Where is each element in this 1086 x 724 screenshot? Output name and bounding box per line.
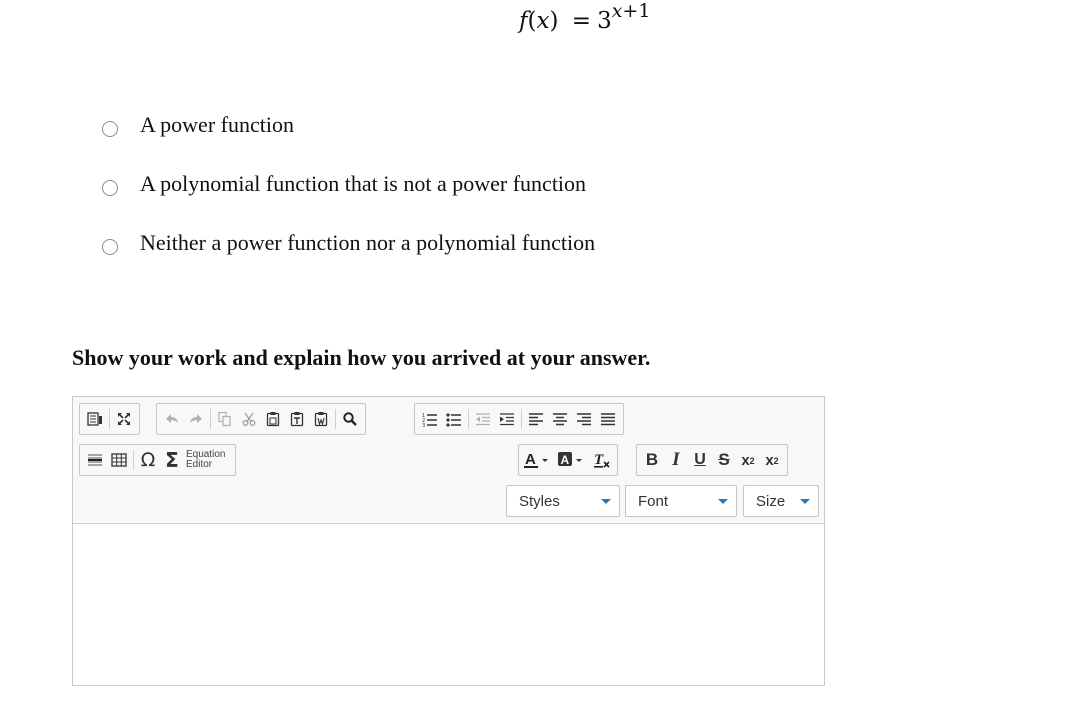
styles-dropdown-label: Styles bbox=[519, 492, 560, 510]
bold-button[interactable]: B bbox=[640, 448, 664, 472]
subscript-button[interactable]: x2 bbox=[736, 448, 760, 472]
source-icon[interactable] bbox=[83, 407, 107, 431]
radio-button[interactable] bbox=[102, 180, 118, 196]
table-icon[interactable] bbox=[107, 448, 131, 472]
equation-editor-button[interactable]: Equation Editor bbox=[186, 450, 232, 470]
remove-format-icon[interactable]: T bbox=[590, 448, 614, 472]
option-label: Neither a power function nor a polynomia… bbox=[140, 230, 596, 255]
size-dropdown[interactable]: Size bbox=[743, 485, 819, 517]
rich-text-editor: 123 Ω Σ Equation Editor A A T B I U S x … bbox=[72, 396, 825, 686]
paste-icon[interactable] bbox=[261, 407, 285, 431]
italic-button[interactable]: I bbox=[664, 448, 688, 472]
formula-function-name: f bbox=[519, 8, 528, 34]
text-color-icon[interactable]: A bbox=[522, 448, 556, 472]
bulleted-list-icon[interactable] bbox=[442, 407, 466, 431]
chevron-down-icon bbox=[718, 498, 728, 504]
size-dropdown-label: Size bbox=[756, 492, 786, 510]
cut-icon[interactable] bbox=[237, 407, 261, 431]
chevron-down-icon bbox=[601, 498, 611, 504]
option-label: A polynomial function that is not a powe… bbox=[140, 171, 587, 196]
toolbar-group-clipboard bbox=[156, 403, 366, 435]
font-dropdown[interactable]: Font bbox=[625, 485, 737, 517]
superscript-base: x bbox=[765, 451, 774, 469]
superscript-button[interactable]: x2 bbox=[760, 448, 784, 472]
strikethrough-button[interactable]: S bbox=[712, 448, 736, 472]
maximize-icon[interactable] bbox=[112, 407, 136, 431]
editor-toolbar: 123 Ω Σ Equation Editor A A T B I U S x … bbox=[73, 397, 824, 524]
background-color-icon[interactable]: A bbox=[556, 448, 590, 472]
underline-button[interactable]: U bbox=[688, 448, 712, 472]
sigma-icon[interactable]: Σ bbox=[160, 448, 184, 472]
option-label: A power function bbox=[140, 112, 294, 137]
toolbar-group-color: A A T bbox=[518, 444, 618, 476]
answer-option[interactable]: Neither a power function nor a polynomia… bbox=[102, 230, 595, 256]
subscript-mark: 2 bbox=[749, 456, 755, 466]
superscript-mark: 2 bbox=[773, 456, 779, 466]
outdent-icon[interactable] bbox=[471, 407, 495, 431]
paste-text-icon[interactable] bbox=[285, 407, 309, 431]
svg-text:3: 3 bbox=[422, 423, 425, 427]
formula-exponent-variable: x bbox=[611, 0, 623, 23]
formula-variable: x bbox=[536, 8, 550, 34]
paste-word-icon[interactable] bbox=[309, 407, 333, 431]
answer-option[interactable]: A power function bbox=[102, 112, 294, 138]
font-dropdown-label: Font bbox=[638, 492, 669, 510]
svg-text:T: T bbox=[594, 452, 604, 468]
answer-option[interactable]: A polynomial function that is not a powe… bbox=[102, 171, 586, 197]
work-prompt: Show your work and explain how you arriv… bbox=[72, 345, 651, 370]
justify-icon[interactable] bbox=[596, 407, 620, 431]
toolbar-group-paragraph: 123 bbox=[414, 403, 624, 435]
chevron-down-icon bbox=[800, 498, 810, 504]
align-center-icon[interactable] bbox=[548, 407, 572, 431]
formula-close-paren: ) bbox=[549, 8, 559, 34]
undo-icon[interactable] bbox=[160, 407, 184, 431]
horizontal-rule-icon[interactable] bbox=[83, 448, 107, 472]
toolbar-group-document bbox=[79, 403, 140, 435]
svg-text:A: A bbox=[561, 453, 570, 467]
formula-base: 3 bbox=[597, 8, 612, 34]
radio-button[interactable] bbox=[102, 239, 118, 255]
equation-editor-label-line2: Editor bbox=[186, 459, 213, 470]
formula-exponent: x+1 bbox=[612, 0, 651, 22]
toolbar-group-insert: Ω Σ Equation Editor bbox=[79, 444, 236, 476]
numbered-list-icon[interactable]: 123 bbox=[418, 407, 442, 431]
formula-open-paren: ( bbox=[527, 8, 537, 34]
redo-icon[interactable] bbox=[184, 407, 208, 431]
radio-button[interactable] bbox=[102, 121, 118, 137]
svg-text:A: A bbox=[525, 451, 536, 468]
omega-icon[interactable]: Ω bbox=[136, 448, 160, 472]
find-icon[interactable] bbox=[338, 407, 362, 431]
align-left-icon[interactable] bbox=[524, 407, 548, 431]
align-right-icon[interactable] bbox=[572, 407, 596, 431]
subscript-base: x bbox=[741, 451, 750, 469]
editor-content-area[interactable] bbox=[73, 525, 824, 685]
formula-exponent-rest: +1 bbox=[622, 0, 651, 23]
styles-dropdown[interactable]: Styles bbox=[506, 485, 620, 517]
indent-icon[interactable] bbox=[495, 407, 519, 431]
formula-equals: = bbox=[571, 8, 592, 34]
copy-icon[interactable] bbox=[213, 407, 237, 431]
toolbar-group-format: B I U S x2 x2 bbox=[636, 444, 788, 476]
function-formula: f(x) = 3x+1 bbox=[519, 2, 650, 34]
